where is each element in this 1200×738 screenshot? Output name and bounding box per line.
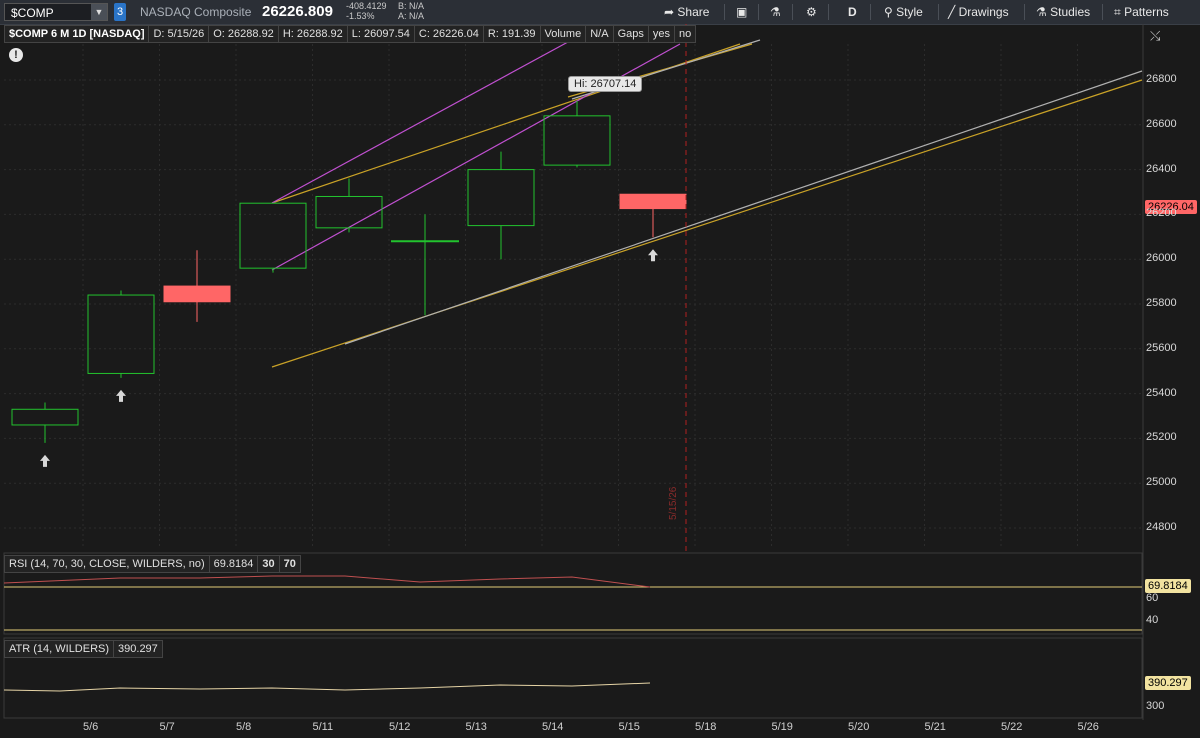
- price-axis-label: 26800: [1146, 73, 1177, 85]
- chart-title[interactable]: $COMP 6 M 1D [NASDAQ]: [4, 25, 150, 43]
- atr-pane: [3, 637, 1143, 719]
- date-axis-label: 5/19: [771, 721, 793, 733]
- info-open: O: 26288.92: [208, 25, 279, 43]
- candle-body: [467, 169, 535, 227]
- date-axis-label: 5/11: [312, 721, 334, 733]
- date-axis-label: 5/14: [542, 721, 564, 733]
- price-axis-label: 26600: [1146, 117, 1177, 130]
- gaps-no[interactable]: no: [673, 25, 697, 43]
- info-high: H: 26288.92: [277, 25, 348, 43]
- info-low: L: 26097.54: [346, 25, 415, 43]
- price-axis-label: 26400: [1146, 162, 1177, 175]
- warning-icon[interactable]: !: [9, 48, 23, 62]
- date-axis-label: 5/26: [1077, 721, 1099, 733]
- date-axis-label: 5/22: [1001, 721, 1023, 733]
- chart-canvas[interactable]: [0, 0, 1200, 738]
- trendlines[interactable]: [271, 29, 1143, 368]
- gaps-yes[interactable]: yes: [647, 25, 675, 43]
- trendline[interactable]: [271, 29, 591, 204]
- rsi-upper: 70: [278, 555, 301, 573]
- rsi-label[interactable]: RSI (14, 70, 30, CLOSE, WILDERS, no): [4, 555, 210, 573]
- candle-body: [619, 193, 687, 210]
- volume-label[interactable]: Volume: [539, 25, 587, 43]
- price-axis-label: 24800: [1146, 521, 1177, 533]
- rsi-tick: 60: [1146, 592, 1159, 604]
- atr-label[interactable]: ATR (14, WILDERS): [4, 640, 115, 658]
- date-axis-label: 5/12: [389, 721, 411, 733]
- candle-body: [543, 115, 611, 166]
- atr-value: 390.297: [113, 640, 163, 658]
- price-axis-label: 26200: [1146, 207, 1177, 220]
- date-axis-label: 5/6: [83, 721, 99, 733]
- rsi-tag: 69.8184: [1145, 579, 1191, 593]
- date-axis-label: 5/20: [848, 721, 870, 733]
- rsi-header: RSI (14, 70, 30, CLOSE, WILDERS, no) 69.…: [4, 555, 301, 573]
- atr-tag: 390.297: [1145, 676, 1191, 690]
- candle-body: [11, 408, 79, 426]
- atr-header: ATR (14, WILDERS) 390.297: [4, 640, 163, 658]
- arrow-up-icon: [116, 389, 126, 402]
- vertical-date-label: 5/15/26: [668, 486, 679, 520]
- gaps-label[interactable]: Gaps: [612, 25, 649, 43]
- crosshair-icon[interactable]: ⤯: [1150, 28, 1160, 44]
- rsi-tick: 40: [1146, 614, 1159, 626]
- info-date: D: 5/15/26: [148, 25, 210, 43]
- info-close: C: 26226.04: [413, 25, 484, 43]
- info-bar: $COMP 6 M 1D [NASDAQ] D: 5/15/26 O: 2628…: [4, 25, 697, 43]
- arrows: [40, 249, 658, 467]
- date-axis-label: 5/21: [924, 721, 946, 733]
- candle-body: [87, 294, 155, 374]
- candle-body: [315, 195, 383, 229]
- date-axis-label: 5/8: [236, 721, 252, 733]
- volume-value: N/A: [585, 25, 614, 43]
- price-axis-label: 25000: [1146, 476, 1177, 489]
- atr-tick: 300: [1146, 700, 1165, 712]
- date-axis-label: 5/13: [465, 721, 487, 733]
- date-axis-label: 5/15: [618, 721, 640, 733]
- date-axis-label: 5/7: [159, 721, 175, 733]
- rsi-value: 69.8184: [208, 555, 259, 573]
- arrow-up-icon: [40, 454, 50, 467]
- price-axis-label: 26000: [1146, 252, 1177, 265]
- candle-body: [163, 285, 231, 303]
- candles: [11, 100, 687, 443]
- price-axis-label: 25400: [1146, 386, 1177, 399]
- trendline[interactable]: [344, 70, 1143, 345]
- high-bubble: Hi: 26707.14: [568, 76, 643, 92]
- candle-body: [239, 202, 307, 269]
- price-axis-label: 25800: [1146, 297, 1177, 309]
- price-axis-label: 25200: [1146, 431, 1177, 444]
- price-axis-label: 25600: [1146, 341, 1177, 354]
- rsi-lower: 30: [257, 555, 280, 573]
- date-axis-label: 5/18: [695, 721, 717, 733]
- info-range: R: 191.39: [482, 25, 541, 43]
